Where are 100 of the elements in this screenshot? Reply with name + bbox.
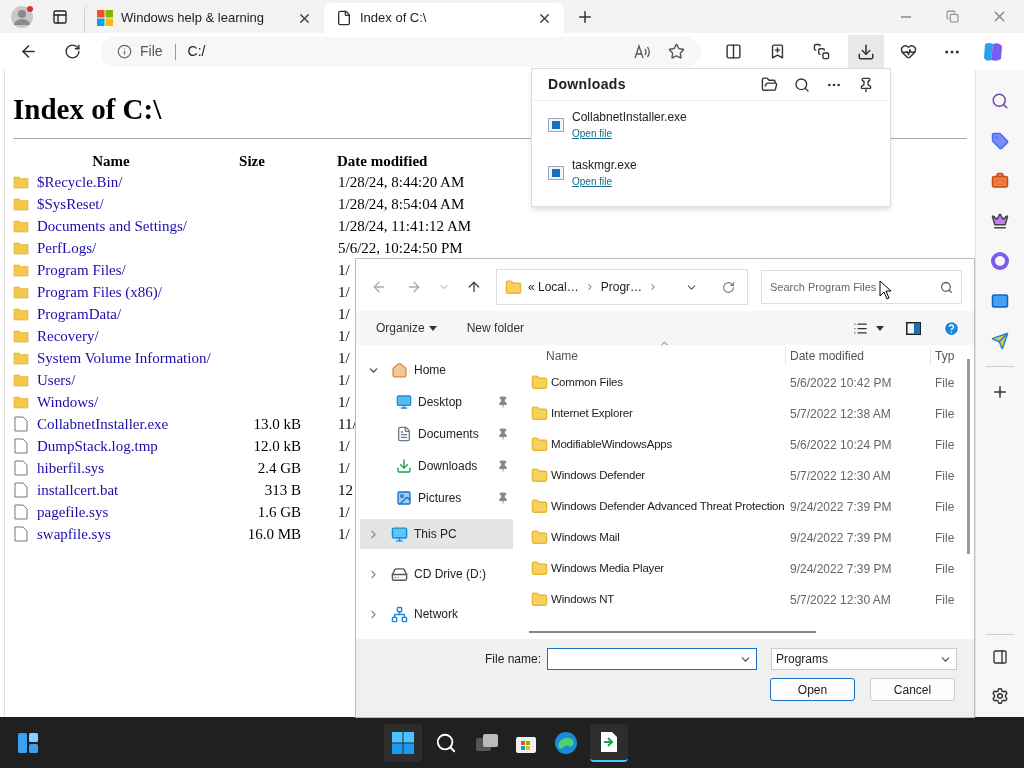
- settings-icon[interactable]: [991, 687, 1009, 705]
- nav-item[interactable]: Pictures: [360, 483, 513, 513]
- panel-icon[interactable]: [992, 649, 1008, 665]
- favorite-star-icon[interactable]: [668, 43, 685, 60]
- breadcrumb-item[interactable]: « Local…: [528, 278, 579, 296]
- restore-icon[interactable]: [946, 10, 959, 23]
- nav-item[interactable]: Network: [360, 599, 513, 629]
- date-modified: 1/: [338, 261, 350, 278]
- task-view-icon[interactable]: [475, 731, 499, 754]
- file-link[interactable]: PerfLogs/: [37, 239, 97, 256]
- downloads-button[interactable]: [848, 34, 884, 69]
- file-link[interactable]: Documents and Settings/: [37, 217, 187, 234]
- file-link[interactable]: ProgramData/: [37, 305, 122, 322]
- file-type-select[interactable]: Programs: [771, 648, 957, 670]
- ring-logo-icon[interactable]: [991, 252, 1009, 270]
- file-link[interactable]: hiberfil.sys: [37, 459, 105, 476]
- file-icon: [14, 438, 28, 454]
- add-icon[interactable]: [991, 383, 1009, 401]
- file-link[interactable]: pagefile.sys: [37, 503, 109, 520]
- dialog-button[interactable]: Cancel: [870, 678, 955, 701]
- file-link[interactable]: Program Files/: [37, 261, 126, 278]
- file-row[interactable]: Windows Defender 5/7/2022 12:30 AM File: [521, 460, 974, 491]
- search-icon[interactable]: [435, 731, 457, 754]
- paper-plane-icon[interactable]: [991, 332, 1009, 350]
- nav-item[interactable]: Desktop: [360, 387, 513, 417]
- address-field[interactable]: File C:/: [101, 36, 701, 67]
- heart-pulse-icon[interactable]: [900, 43, 917, 60]
- nav-item[interactable]: Home: [360, 355, 513, 385]
- refresh-icon[interactable]: [64, 43, 81, 60]
- file-row[interactable]: Common Files 5/6/2022 10:42 PM File: [521, 367, 974, 398]
- download-icon: [857, 42, 875, 61]
- column-header[interactable]: Date modified: [786, 347, 931, 365]
- file-link[interactable]: CollabnetInstaller.exe: [37, 415, 169, 432]
- folder-icon[interactable]: [761, 76, 778, 93]
- tag-icon[interactable]: [991, 132, 1009, 150]
- nav-item[interactable]: Documents: [360, 419, 513, 449]
- nav-label: Downloads: [418, 458, 479, 475]
- file-app-button[interactable]: [590, 723, 628, 762]
- folder-icon: [531, 529, 548, 546]
- file-row[interactable]: Windows Mail 9/24/2022 7:39 PM File: [521, 522, 974, 553]
- new-folder-button[interactable]: New folder: [466, 319, 525, 337]
- widgets-icon[interactable]: [17, 731, 39, 754]
- avatar-icon[interactable]: [10, 4, 34, 29]
- file-name: Windows Defender: [551, 467, 645, 483]
- file-link[interactable]: System Volume Information/: [37, 349, 211, 366]
- search-icon[interactable]: [991, 92, 1009, 110]
- start-button[interactable]: [384, 723, 422, 762]
- file-row[interactable]: Windows Media Player 9/24/2022 7:39 PM File: [521, 553, 974, 584]
- file-icon: [336, 10, 352, 26]
- toolbox-icon[interactable]: [991, 172, 1009, 190]
- date-modified: 1/28/24, 8:44:20 AM: [338, 173, 465, 190]
- file-link[interactable]: Program Files (x86)/: [37, 283, 162, 300]
- file-link[interactable]: Recovery/: [37, 327, 99, 344]
- collections-icon[interactable]: [813, 43, 830, 60]
- file-link[interactable]: installcert.bat: [37, 481, 119, 498]
- download-filename: CollabnetInstaller.exe: [572, 109, 687, 126]
- file-row[interactable]: Windows Defender Advanced Threat Protection 9/24/2022 7:39 PM File: [521, 491, 974, 522]
- pin-icon[interactable]: [858, 76, 874, 93]
- breadcrumb-item[interactable]: Progr…: [600, 278, 643, 296]
- browser-icon[interactable]: [554, 730, 578, 755]
- back-icon[interactable]: [19, 42, 38, 61]
- dialog-button[interactable]: Open: [770, 678, 855, 701]
- open-file-link[interactable]: Open file: [572, 126, 613, 141]
- file-link[interactable]: Users/: [37, 371, 76, 388]
- nav-item[interactable]: This PC: [360, 519, 513, 549]
- help-icon[interactable]: [943, 319, 960, 337]
- split-screen-icon[interactable]: [725, 43, 742, 60]
- folder-icon: [13, 174, 29, 190]
- file-name-field[interactable]: [547, 648, 757, 670]
- favorites-icon[interactable]: [769, 43, 786, 60]
- view-options-icon[interactable]: [853, 320, 868, 336]
- search-field[interactable]: Search Program Files: [761, 270, 962, 304]
- file-link[interactable]: $Recycle.Bin/: [37, 173, 123, 190]
- breadcrumb-bar[interactable]: « Local… Progr…: [496, 269, 748, 305]
- read-aloud-icon[interactable]: [634, 43, 652, 60]
- file-row[interactable]: ModifiableWindowsApps 5/6/2022 10:24 PM File: [521, 429, 974, 460]
- organize-menu[interactable]: Organize: [376, 319, 437, 337]
- windows-logo-icon: [97, 10, 113, 26]
- caret-icon[interactable]: [876, 325, 884, 331]
- date-modified: 1/: [338, 327, 350, 344]
- browser-tab[interactable]: Index of C:\: [324, 3, 564, 33]
- page-title: Index of C:\: [13, 92, 162, 126]
- nav-item[interactable]: CD Drive (D:): [360, 559, 513, 589]
- file-link[interactable]: Windows/: [37, 393, 99, 410]
- search-icon[interactable]: [794, 76, 810, 93]
- column-header[interactable]: Typ: [931, 347, 955, 365]
- open-file-link[interactable]: Open file: [572, 174, 613, 189]
- file-link[interactable]: DumpStack.log.tmp: [37, 437, 158, 454]
- file-row[interactable]: Windows NT 5/7/2022 12:30 AM File: [521, 584, 974, 615]
- file-link[interactable]: swapfile.sys: [37, 525, 111, 542]
- date-modified: 5/6/22, 10:24:50 PM: [338, 239, 463, 256]
- date-modified: 9/24/2022 7:39 PM: [789, 529, 893, 547]
- preview-pane-icon[interactable]: [906, 321, 921, 335]
- file-link[interactable]: $SysReset/: [37, 195, 104, 212]
- column-header[interactable]: Name: [521, 347, 786, 365]
- file-name: ModifiableWindowsApps: [551, 436, 673, 452]
- tab-actions-icon[interactable]: [52, 8, 68, 25]
- up-icon[interactable]: [466, 279, 482, 295]
- file-row[interactable]: Internet Explorer 5/7/2022 12:38 AM File: [521, 398, 974, 429]
- nav-item[interactable]: Downloads: [360, 451, 513, 481]
